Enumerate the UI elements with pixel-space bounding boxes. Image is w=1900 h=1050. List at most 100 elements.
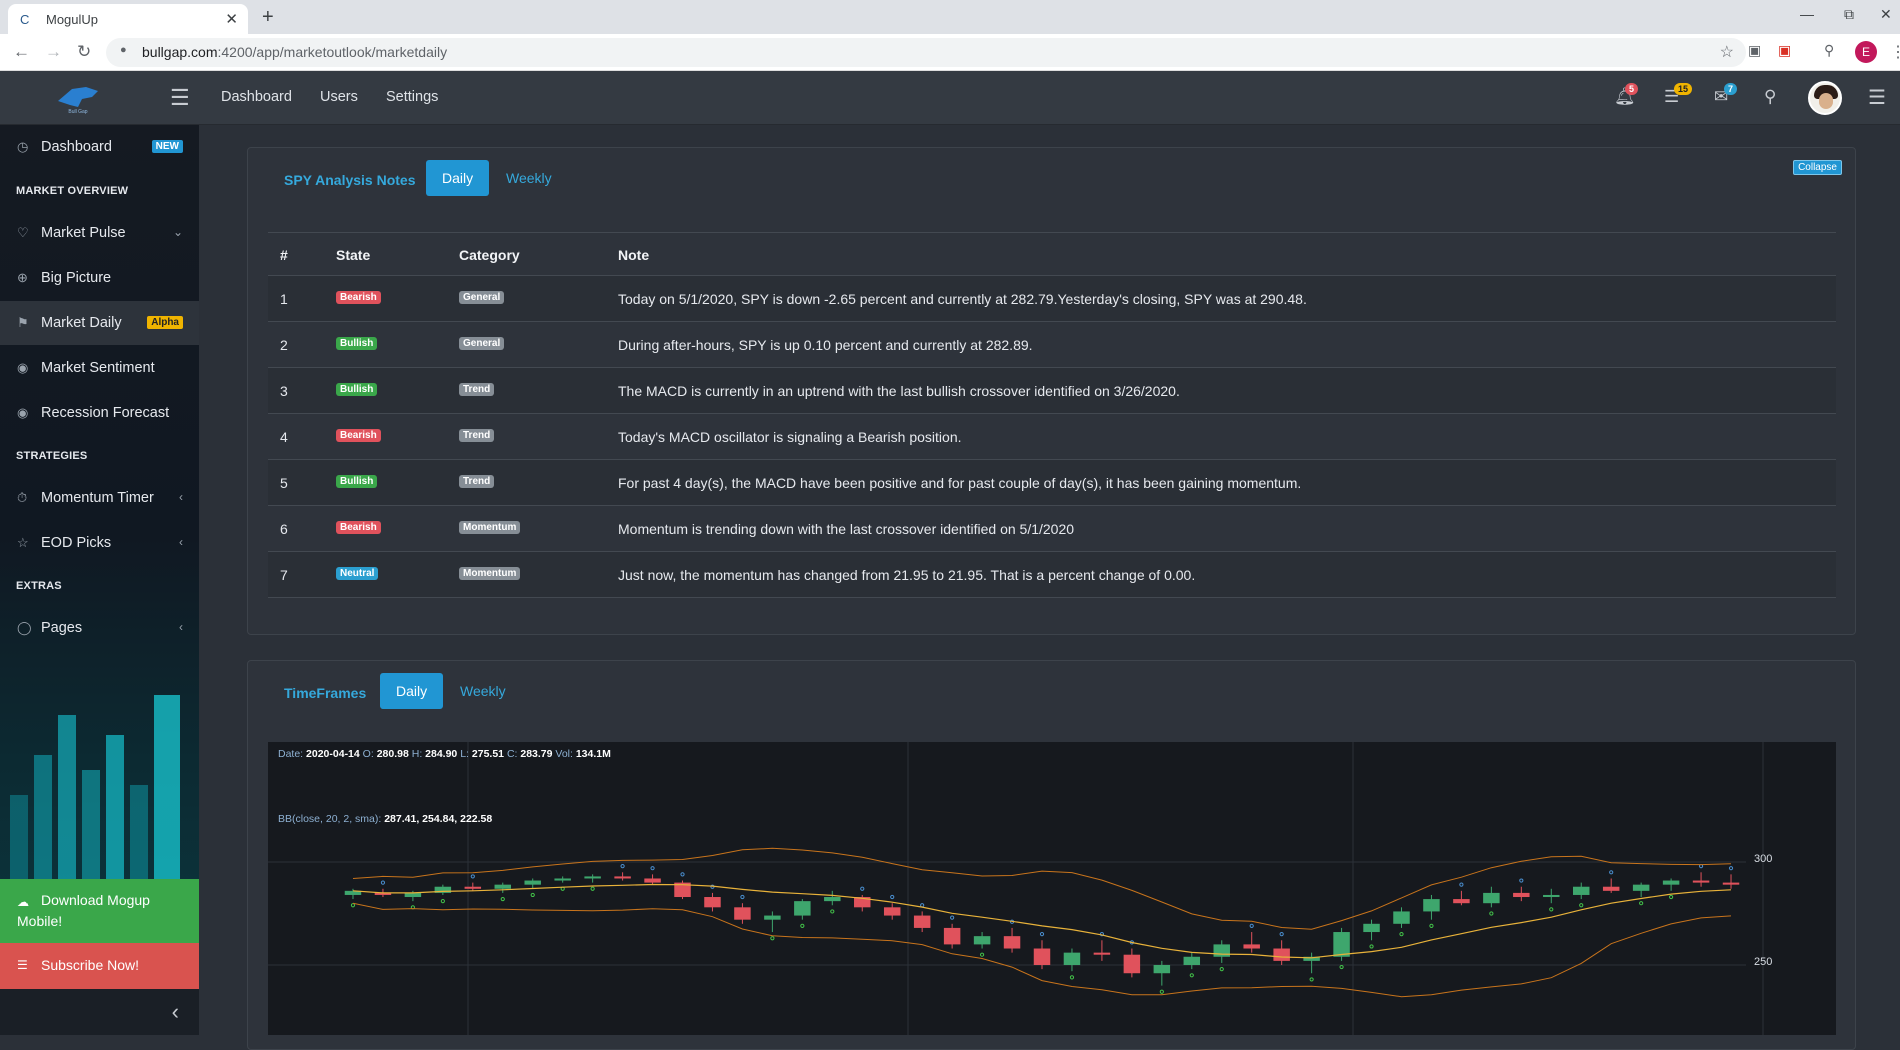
browser-menu-icon[interactable]: ⋮ bbox=[1890, 42, 1900, 62]
table-row: 7 Neutral Momentum Just now, the momentum h… bbox=[268, 552, 1836, 598]
analysis-card-title: SPY Analysis Notes bbox=[284, 172, 416, 188]
sidebar-item-market-pulse[interactable]: ♡ Market Pulse ⌄ bbox=[0, 211, 199, 255]
sidebar-item-dashboard[interactable]: ◷ Dashboard NEW bbox=[0, 125, 199, 169]
nav-settings-link[interactable]: Settings bbox=[386, 89, 438, 105]
bullgap-logo[interactable]: Bull Gap bbox=[52, 83, 104, 115]
close-label: C: bbox=[506, 748, 518, 760]
row-number: 7 bbox=[280, 567, 288, 583]
messages-badge: 7 bbox=[1724, 83, 1738, 95]
download-mobile-button[interactable]: ☁ Download Mogup Mobile! bbox=[0, 879, 199, 943]
indicator-dot bbox=[860, 886, 865, 891]
bollinger-values: 287.41, 254.84, 222.58 bbox=[384, 813, 493, 825]
indicator-dot bbox=[1039, 932, 1045, 937]
candle-body bbox=[1183, 956, 1201, 965]
minimize-window-icon[interactable]: — bbox=[1800, 6, 1814, 22]
low-value: 275.51 bbox=[471, 748, 505, 760]
url-field[interactable]: ● bullgap.com:4200/app/marketoutlook/mar… bbox=[106, 38, 1746, 67]
candle-body bbox=[1423, 899, 1440, 912]
back-icon[interactable]: ← bbox=[13, 42, 30, 62]
extension-icon[interactable]: ▣ bbox=[1748, 42, 1761, 59]
sidebar-item-eod-picks[interactable]: ☆ EOD Picks ‹ bbox=[0, 521, 199, 565]
indicator-dot bbox=[740, 894, 745, 900]
state-badge: Bullish bbox=[336, 337, 378, 350]
sidebar-background-art bbox=[10, 695, 180, 905]
category-badge: General bbox=[459, 291, 505, 304]
key-icon[interactable]: ⚲ bbox=[1824, 42, 1834, 59]
indicator-dot bbox=[530, 892, 535, 898]
state-badge: Bullish bbox=[336, 475, 378, 488]
candle-body bbox=[973, 936, 991, 945]
analysis-tab-weekly[interactable]: Weekly bbox=[490, 160, 568, 196]
eye-icon: ◉ bbox=[17, 405, 29, 420]
indicator-dot bbox=[380, 880, 386, 885]
sidebar-item-recession-forecast[interactable]: ◉ Recession Forecast bbox=[0, 391, 199, 435]
new-tab-icon[interactable]: + bbox=[262, 6, 274, 29]
sidebar-item-market-daily[interactable]: ⚑ Market Daily Alpha bbox=[0, 301, 199, 345]
date-value: 2020-04-14 bbox=[306, 748, 360, 760]
sidebar: ◷ Dashboard NEW MARKET OVERVIEW ♡ Market… bbox=[0, 125, 199, 1035]
indicator-dot bbox=[979, 952, 985, 957]
chat-icon: ◯ bbox=[17, 620, 32, 635]
table-header: # State Category Note bbox=[268, 232, 1836, 276]
extension-badge-icon[interactable]: ▣ bbox=[1778, 42, 1791, 59]
y-tick-label: 300 bbox=[1754, 853, 1773, 865]
sidebar-heading-strategies: STRATEGIES bbox=[16, 450, 88, 462]
close-window-icon[interactable]: ✕ bbox=[1880, 6, 1892, 23]
indicator-dot bbox=[620, 864, 625, 869]
candle-body bbox=[1003, 936, 1021, 949]
candle-body bbox=[1393, 911, 1410, 924]
sidebar-item-pages[interactable]: ◯ Pages ‹ bbox=[0, 606, 199, 650]
close-tab-icon[interactable]: ✕ bbox=[225, 10, 238, 28]
candle-body bbox=[1662, 880, 1680, 885]
bookmark-star-icon[interactable]: ☆ bbox=[1720, 42, 1734, 62]
location-pin-icon[interactable]: ⚲ bbox=[1764, 87, 1776, 107]
nav-users-link[interactable]: Users bbox=[320, 89, 358, 105]
subscribe-button[interactable]: ☰ Subscribe Now! bbox=[0, 943, 199, 989]
candle-body bbox=[1572, 886, 1590, 895]
indicator-dot bbox=[1728, 866, 1734, 871]
indicator-dot bbox=[1609, 870, 1614, 875]
candle-body bbox=[913, 915, 931, 928]
sidebar-item-momentum-timer[interactable]: ⏱ Momentum Timer ‹ bbox=[0, 476, 199, 520]
indicator-dot bbox=[1429, 923, 1434, 928]
open-label: O: bbox=[362, 748, 374, 760]
candle-body bbox=[764, 915, 781, 920]
indicator-dot bbox=[440, 899, 445, 904]
indicator-dot bbox=[1339, 964, 1344, 970]
candle-body bbox=[943, 927, 961, 945]
chevron-left-icon: ‹ bbox=[179, 620, 183, 634]
sidebar-item-market-sentiment[interactable]: ◉ Market Sentiment bbox=[0, 346, 199, 390]
analysis-tab-daily[interactable]: Daily bbox=[426, 160, 490, 196]
timeframes-tab-daily[interactable]: Daily bbox=[380, 673, 444, 709]
forward-icon[interactable]: → bbox=[45, 42, 62, 62]
timeframes-tab-weekly[interactable]: Weekly bbox=[444, 673, 522, 709]
tasks-badge: 15 bbox=[1674, 83, 1693, 95]
star-icon: ☆ bbox=[17, 535, 29, 550]
indicator-dot bbox=[470, 874, 475, 879]
candle-body bbox=[1033, 948, 1051, 965]
reload-icon[interactable]: ↻ bbox=[77, 42, 91, 62]
category-badge: General bbox=[459, 337, 505, 350]
address-bar: ← → ↻ ● bullgap.com:4200/app/marketoutlo… bbox=[0, 34, 1900, 71]
indicator-dot bbox=[1249, 923, 1254, 928]
sidebar-item-label: Momentum Timer bbox=[41, 490, 154, 506]
profile-avatar[interactable]: E bbox=[1855, 41, 1877, 63]
browser-tab[interactable]: ⁢C MogulUp ✕ bbox=[8, 4, 248, 34]
collapse-button[interactable]: Collapse bbox=[1793, 160, 1842, 175]
user-avatar[interactable] bbox=[1808, 81, 1842, 115]
app-top-navbar: Bull Gap ☰ Dashboard Users Settings 🔔︎ 5… bbox=[0, 71, 1900, 125]
sidebar-item-big-picture[interactable]: ⊕ Big Picture bbox=[0, 256, 199, 300]
right-menu-icon[interactable]: ☰ bbox=[1868, 85, 1886, 110]
chevron-left-icon: ‹ bbox=[171, 999, 179, 1024]
sidebar-toggle-icon[interactable]: ☰ bbox=[170, 85, 190, 111]
high-label: H: bbox=[411, 748, 423, 760]
indicator-dot bbox=[800, 923, 805, 928]
candle-body bbox=[1453, 899, 1470, 904]
nav-dashboard-link[interactable]: Dashboard bbox=[221, 89, 292, 105]
browser-tab-title: MogulUp bbox=[46, 12, 99, 27]
bollinger-readout: BB(close, 20, 2, sma): 287.41, 254.84, 2… bbox=[278, 813, 492, 825]
restore-window-icon[interactable]: ⧉ bbox=[1844, 6, 1854, 23]
sidebar-collapse-bar[interactable]: ‹ bbox=[0, 989, 199, 1035]
candlestick-chart[interactable]: Date: 2020-04-14 O: 280.98 H: 284.90 L: … bbox=[268, 742, 1836, 1035]
high-value: 284.90 bbox=[425, 748, 458, 760]
